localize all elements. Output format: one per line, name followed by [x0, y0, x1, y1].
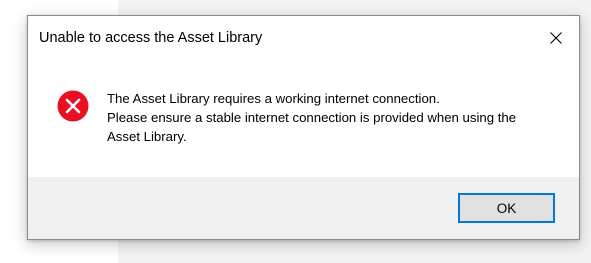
error-dialog: Unable to access the Asset Library The A… [27, 15, 580, 240]
message-line: The Asset Library requires a working int… [107, 91, 440, 106]
close-button[interactable] [533, 16, 579, 60]
error-icon [57, 90, 89, 122]
close-icon [550, 32, 562, 44]
dialog-content: The Asset Library requires a working int… [28, 60, 579, 178]
dialog-footer: OK [28, 177, 579, 239]
error-message: The Asset Library requires a working int… [107, 89, 557, 146]
message-line: Please ensure a stable internet connecti… [107, 110, 517, 125]
message-line: Asset Library. [107, 129, 187, 144]
dialog-title: Unable to access the Asset Library [39, 30, 263, 46]
ok-button[interactable]: OK [458, 193, 555, 223]
dialog-titlebar[interactable]: Unable to access the Asset Library [28, 16, 579, 60]
